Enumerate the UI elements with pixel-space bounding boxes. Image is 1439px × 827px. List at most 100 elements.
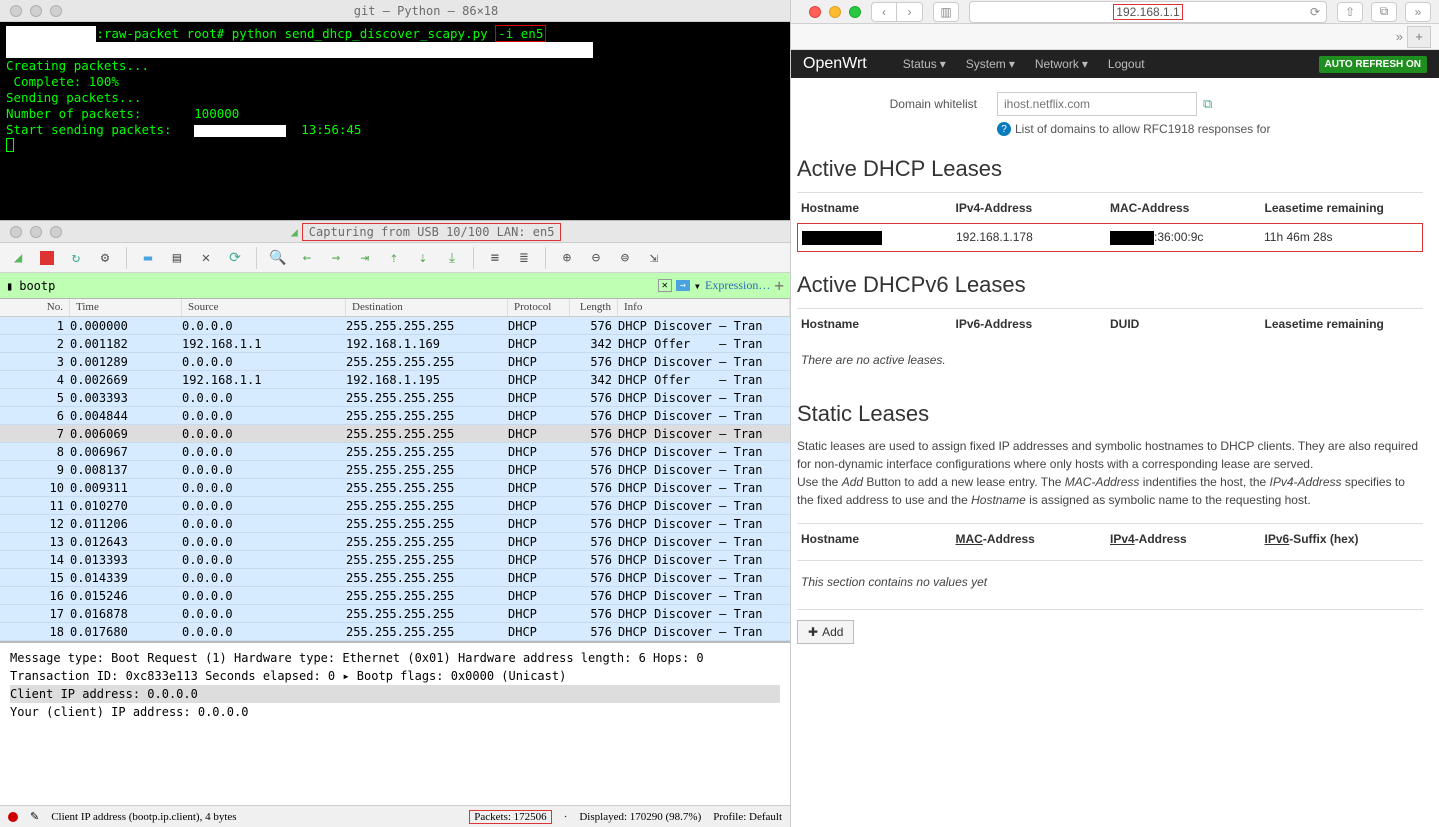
shark-logo-icon[interactable]: ◢ [8,248,28,268]
stop-capture-button[interactable] [37,248,57,268]
menu-system[interactable]: System ▾ [966,57,1015,71]
new-tab-button[interactable]: + [1407,26,1431,48]
col-dst[interactable]: Destination [346,299,508,316]
save-button[interactable]: ▤ [167,248,187,268]
packet-row[interactable]: 30.0012890.0.0.0255.255.255.255DHCP576DH… [0,353,790,371]
colorize-button[interactable]: ≡ [485,248,505,268]
detail-line[interactable]: Hardware address length: 6 [458,651,646,665]
overflow-button[interactable]: » [1405,2,1431,22]
detail-line[interactable]: Seconds elapsed: 0 [205,669,335,683]
packet-row[interactable]: 40.002669192.168.1.1192.168.1.195DHCP342… [0,371,790,389]
packet-list[interactable]: 10.0000000.0.0.0255.255.255.255DHCP576DH… [0,317,790,641]
packet-row[interactable]: 130.0126430.0.0.0255.255.255.255DHCP576D… [0,533,790,551]
clear-filter-button[interactable]: ✕ [658,279,672,292]
packet-row[interactable]: 20.001182192.168.1.1192.168.1.169DHCP342… [0,335,790,353]
prev-button[interactable]: ← [297,248,317,268]
packet-row[interactable]: 120.0112060.0.0.0255.255.255.255DHCP576D… [0,515,790,533]
packet-row[interactable]: 60.0048440.0.0.0255.255.255.255DHCP576DH… [0,407,790,425]
detail-line[interactable]: Your (client) IP address: 0.0.0.0 [10,705,248,719]
zoom-icon[interactable] [50,226,62,238]
brand-logo[interactable]: OpenWrt [803,55,867,73]
packet-row[interactable]: 160.0152460.0.0.0255.255.255.255DHCP576D… [0,587,790,605]
zoom-in-button[interactable]: ⊕ [557,248,577,268]
col-len[interactable]: Length [570,299,618,316]
col-info[interactable]: Info [618,299,790,316]
sidebar-button[interactable]: ▥ [933,2,959,22]
terminal-body[interactable]: :raw-packet root# python send_dhcp_disco… [0,22,790,160]
close-icon[interactable] [10,226,22,238]
column-headers[interactable]: No. Time Source Destination Protocol Len… [0,299,790,317]
minimize-icon[interactable] [30,226,42,238]
detail-line[interactable]: Transaction ID: 0xc833e113 [10,669,198,683]
status-profile[interactable]: Profile: Default [713,811,782,823]
bookmark-icon[interactable]: ▮ [6,279,13,293]
wireshark-titlebar[interactable]: ◢Capturing from USB 10/100 LAN: en5 [0,221,790,243]
add-lease-button[interactable]: ✚ Add [797,620,854,644]
autoscroll-button[interactable]: ⤓ [442,248,462,268]
packet-row[interactable]: 180.0176800.0.0.0255.255.255.255DHCP576D… [0,623,790,641]
packet-row[interactable]: 90.0081370.0.0.0255.255.255.255DHCP576DH… [0,461,790,479]
close-icon[interactable] [10,5,22,17]
find-button[interactable]: 🔍 [268,248,288,268]
expression-button[interactable]: Expression… [705,278,770,293]
detail-line-selected[interactable]: Client IP address: 0.0.0.0 [10,685,780,703]
detail-line[interactable]: Hardware type: Ethernet (0x01) [234,651,451,665]
add-icon: ✚ [808,625,818,639]
packet-row[interactable]: 140.0133930.0.0.0255.255.255.255DHCP576D… [0,551,790,569]
filter-history-button[interactable]: ▾ [694,279,701,293]
menu-network[interactable]: Network ▾ [1035,57,1088,71]
next-button[interactable]: → [326,248,346,268]
packet-row[interactable]: 50.0033930.0.0.0255.255.255.255DHCP576DH… [0,389,790,407]
open-button[interactable]: ▬ [138,248,158,268]
restart-capture-button[interactable]: ↻ [66,248,86,268]
packet-detail[interactable]: Message type: Boot Request (1) Hardware … [0,641,790,805]
packet-row[interactable]: 110.0102700.0.0.0255.255.255.255DHCP576D… [0,497,790,515]
apply-filter-button[interactable]: → [676,280,690,291]
detail-line[interactable]: ▸ Bootp flags: 0x0000 (Unicast) [342,669,566,683]
text-button[interactable]: ≣ [514,248,534,268]
col-proto[interactable]: Protocol [508,299,570,316]
expert-info-icon[interactable] [8,812,18,822]
filter-input[interactable] [19,279,652,293]
goto-last-button[interactable]: ⇣ [413,248,433,268]
packet-row[interactable]: 170.0168780.0.0.0255.255.255.255DHCP576D… [0,605,790,623]
zoom-icon[interactable] [50,5,62,17]
reload-icon[interactable]: ⟳ [1310,5,1320,19]
goto-first-button[interactable]: ⇡ [384,248,404,268]
menu-status[interactable]: Status ▾ [903,57,946,71]
back-button[interactable]: ‹ [871,2,897,22]
menu-logout[interactable]: Logout [1108,57,1145,71]
col-src[interactable]: Source [182,299,346,316]
jump-button[interactable]: ⇥ [355,248,375,268]
packet-row[interactable]: 150.0143390.0.0.0255.255.255.255DHCP576D… [0,569,790,587]
col-time[interactable]: Time [70,299,182,316]
close-icon[interactable] [809,6,821,18]
zoom-out-button[interactable]: ⊖ [586,248,606,268]
zoom-icon[interactable] [849,6,861,18]
wrench-icon[interactable]: ✎ [30,810,39,823]
share-button[interactable]: ⇧ [1337,2,1363,22]
packet-row[interactable]: 100.0093110.0.0.0255.255.255.255DHCP576D… [0,479,790,497]
add-domain-icon[interactable]: ⧉ [1203,96,1212,112]
packet-row[interactable]: 70.0060690.0.0.0255.255.255.255DHCP576DH… [0,425,790,443]
reload-button[interactable]: ⟳ [225,248,245,268]
whitelist-input[interactable] [997,92,1197,116]
packet-row[interactable]: 80.0069670.0.0.0255.255.255.255DHCP576DH… [0,443,790,461]
zoom-reset-button[interactable]: ⊜ [615,248,635,268]
url-bar[interactable]: 192.168.1.1 ⟳ [969,1,1327,23]
add-filter-button[interactable]: + [774,276,784,295]
packet-row[interactable]: 10.0000000.0.0.0255.255.255.255DHCP576DH… [0,317,790,335]
close-file-button[interactable]: ✕ [196,248,216,268]
detail-line[interactable]: Hops: 0 [653,651,704,665]
minimize-icon[interactable] [30,5,42,17]
terminal-titlebar[interactable]: git — Python — 86×18 [0,0,790,22]
forward-button[interactable]: › [897,2,923,22]
minimize-icon[interactable] [829,6,841,18]
resize-columns-button[interactable]: ⇲ [644,248,664,268]
col-no[interactable]: No. [0,299,70,316]
auto-refresh-badge[interactable]: AUTO REFRESH ON [1319,56,1428,73]
fav-overflow-icon[interactable]: » [1396,29,1403,44]
detail-line[interactable]: Message type: Boot Request (1) [10,651,227,665]
tabs-button[interactable]: ⧉ [1371,2,1397,22]
capture-options-button[interactable]: ⚙ [95,248,115,268]
